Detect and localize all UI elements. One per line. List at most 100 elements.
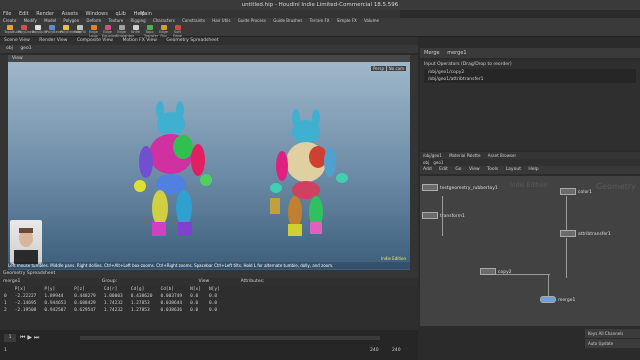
column-header[interactable]: P[z] [70, 286, 100, 293]
auto-update-button[interactable]: Auto Update [585, 339, 640, 348]
tool-topobuild[interactable]: TopoBuild [4, 25, 21, 35]
node-copy2[interactable]: copy2 [480, 268, 512, 275]
input-operator-item[interactable]: /obj/geo1/copy2 [424, 69, 636, 76]
tab-composite-view[interactable]: Composite View [73, 38, 117, 43]
net-menu-layout[interactable]: Layout [503, 167, 524, 172]
network-editor[interactable]: Indie Edition Geometry testgeometry_rubb… [420, 176, 640, 326]
desktop-select[interactable]: Main [140, 10, 152, 18]
right-toolbar[interactable] [410, 55, 418, 270]
shelf-tab[interactable]: Create [0, 18, 19, 23]
timeline-slider[interactable] [80, 336, 380, 340]
net-menu-help[interactable]: Help [525, 167, 541, 172]
menu-render[interactable]: Render [36, 11, 54, 17]
node-color1[interactable]: color1 [560, 188, 592, 195]
table-cell: 2 [4, 308, 7, 313]
net-menu-add[interactable]: Add [420, 167, 435, 172]
menu-qlib[interactable]: qLib [115, 11, 126, 17]
tool-edge-equalize[interactable]: Edge Equalize [102, 25, 117, 38]
net-path-geo1[interactable]: geo1 [433, 160, 443, 165]
shelf-tab[interactable]: Simple FX [334, 18, 360, 23]
range-end[interactable]: 240 [370, 348, 379, 353]
tab-network[interactable]: /obj/geo1 [420, 153, 445, 158]
column-header[interactable]: Cd[r] [100, 286, 127, 293]
table-cell: -2.19508 [14, 308, 37, 313]
net-menu-edit[interactable]: Edit [436, 167, 451, 172]
path-obj[interactable]: obj [0, 46, 19, 51]
column-header[interactable]: P[x] [11, 286, 41, 293]
input-operator-item[interactable]: /obj/geo1/attribtransfer1 [424, 76, 636, 83]
play-icon[interactable]: ▶ [27, 334, 32, 341]
shelf-tab[interactable]: Deform [83, 18, 104, 23]
net-path-obj[interactable]: obj [420, 160, 432, 165]
tool-topo-transfer[interactable]: Topo Transfer [144, 25, 158, 38]
tool-edge-straighten[interactable]: Edge Straighten [116, 25, 134, 38]
range-end-global[interactable]: 240 [392, 348, 401, 353]
keys-all-channels-button[interactable]: Keys All Channels [585, 329, 640, 338]
column-header[interactable] [0, 286, 11, 293]
tool-polybevel[interactable]: PolyBevel [46, 25, 63, 35]
shelf-tab[interactable]: Terrain FX [307, 18, 333, 23]
shelf-tab[interactable]: Polygon [60, 18, 82, 23]
table-cell: 0.942507 [44, 308, 67, 313]
tab-scene-view[interactable]: Scene View [0, 38, 34, 43]
tool-polysplit[interactable]: PolySplit [32, 25, 47, 35]
tool-knife[interactable]: Knife [130, 25, 141, 35]
shelf-tab[interactable]: Constraints [179, 18, 208, 23]
tool-soft-edge[interactable]: Soft Edge [172, 25, 183, 38]
table-cell: 1.74232 [103, 308, 123, 313]
tab-material-palette[interactable]: Material Palette [446, 153, 483, 158]
tool-edge-flip[interactable]: Edge Flip [158, 25, 169, 38]
shelf-tab[interactable]: Guide Process [235, 18, 269, 23]
column-header[interactable]: P[y] [40, 286, 70, 293]
network-watermark-context: Geometry [596, 182, 636, 191]
tab-geometry-spreadsheet[interactable]: Geometry Spreadsheet [162, 38, 222, 43]
net-menu-go[interactable]: Go [452, 167, 464, 172]
shelf-tab[interactable]: Rigging [128, 18, 149, 23]
tool-polyextrude[interactable]: PolyExtrude [60, 25, 81, 35]
menu-assets[interactable]: Assets [62, 11, 78, 17]
tool-edge-loop[interactable]: Edge Loop [88, 25, 99, 38]
network-tabs: /obj/geo1 Material Palette Asset Browser [420, 152, 640, 159]
shelf-tab[interactable]: Guide Brushes [270, 18, 305, 23]
node-merge1[interactable]: merge1 [540, 296, 575, 303]
skip-start-icon[interactable]: ⏮ [20, 334, 25, 341]
tab-render-view[interactable]: Render View [35, 38, 71, 43]
shelf-tab[interactable]: Texture [106, 18, 127, 23]
net-menu-tools[interactable]: Tools [484, 167, 501, 172]
scene-viewport[interactable]: Persp No cam Indie Edition [8, 62, 410, 270]
spreadsheet-node[interactable]: merge1 [3, 279, 20, 284]
shelf-tab[interactable]: Characters [150, 18, 178, 23]
column-header[interactable]: N[y] [205, 286, 224, 293]
table-cell: 0.003749 [160, 294, 183, 299]
viewport-label: View [12, 56, 23, 61]
view-menu[interactable]: View [199, 279, 210, 284]
table-cell: 1.27853 [130, 301, 150, 306]
shelf-tab[interactable]: Model [41, 18, 59, 23]
column-header[interactable]: N[x] [186, 286, 205, 293]
path-geo1[interactable]: geo1 [20, 46, 31, 51]
menu-windows[interactable]: Windows [86, 11, 108, 17]
table-cell: 1.74232 [103, 301, 123, 306]
shelf-tab[interactable]: Modify [21, 18, 40, 23]
column-header[interactable]: Cd[b] [156, 286, 186, 293]
menu-edit[interactable]: Edit [19, 11, 29, 17]
column-header[interactable]: Cd[g] [127, 286, 157, 293]
tab-motion-fx-view[interactable]: Motion FX View [118, 38, 160, 43]
tool-polydraw[interactable]: PolyDraw [18, 25, 34, 35]
net-menu-view[interactable]: View [466, 167, 483, 172]
node-rubbertoy[interactable]: testgeometry_rubbertoy1 [422, 184, 498, 191]
range-start[interactable]: 1 [4, 348, 7, 353]
skip-end-icon[interactable]: ⏭ [34, 334, 39, 341]
menu-file[interactable]: File [3, 11, 11, 17]
shelf-tab[interactable]: Hair Utils [209, 18, 233, 23]
spreadsheet-tab[interactable]: Geometry Spreadsheet [0, 270, 418, 278]
param-node-name[interactable]: merge1 [441, 50, 466, 56]
tab-asset-browser[interactable]: Asset Browser [485, 153, 519, 158]
shelf-tab[interactable]: Volume [361, 18, 382, 23]
table-cell: 0 [4, 294, 7, 299]
tool-polyfill[interactable]: PolyFill [74, 25, 86, 35]
left-toolbar[interactable] [0, 55, 8, 270]
node-attribtransfer1[interactable]: attribtransfer1 [560, 230, 611, 237]
current-frame-field[interactable]: 1 [4, 334, 16, 342]
node-transform1[interactable]: transform1 [422, 212, 465, 219]
